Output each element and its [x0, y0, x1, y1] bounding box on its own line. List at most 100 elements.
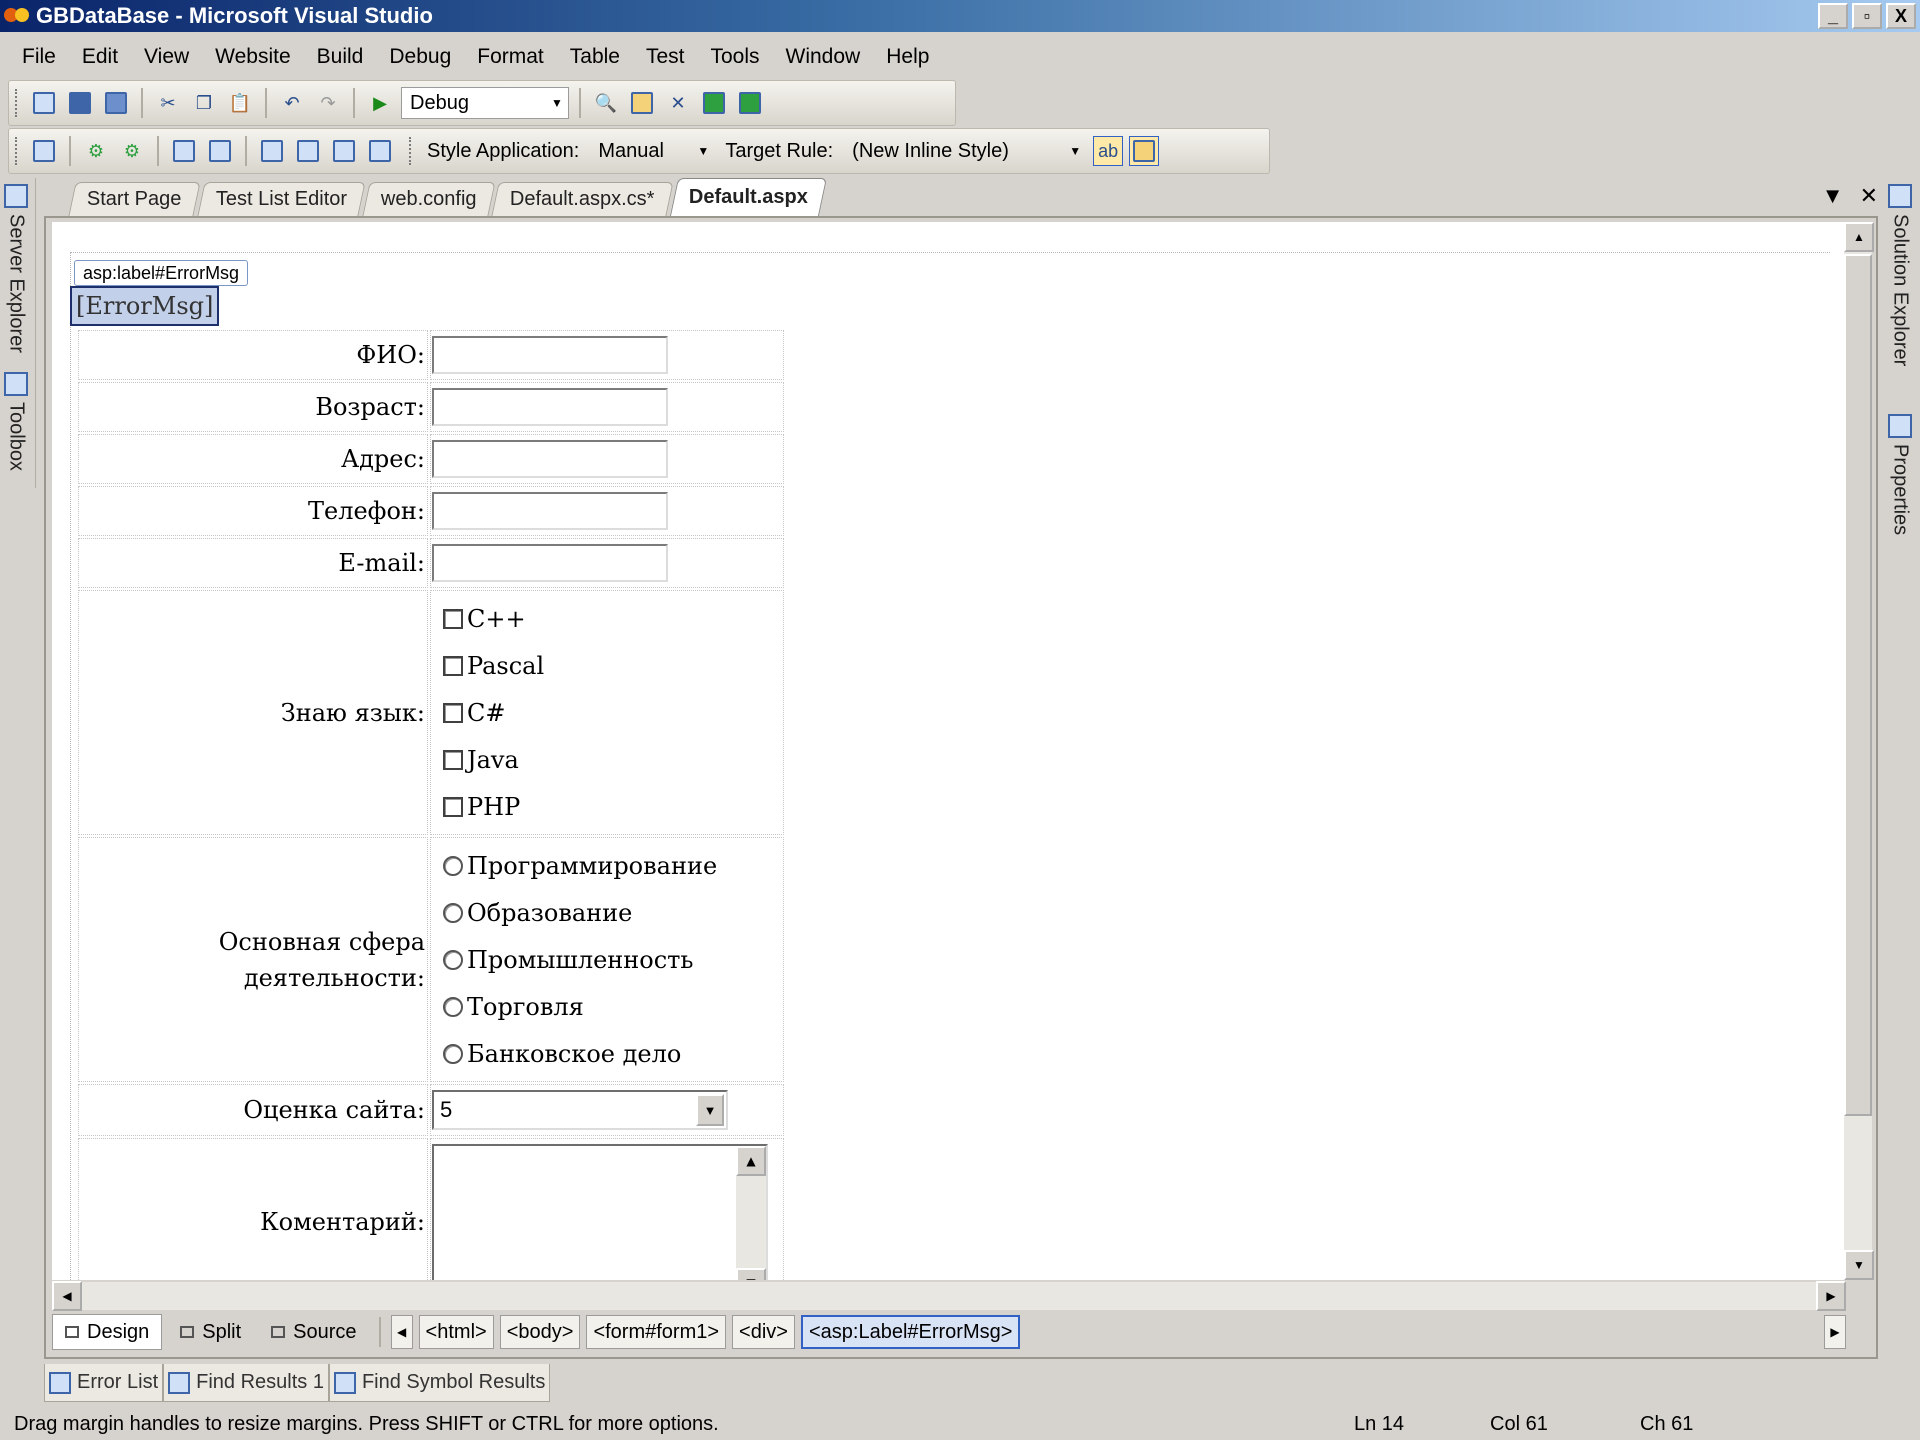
css-properties-icon[interactable] [257, 136, 287, 166]
crumb-scroll-left-icon[interactable]: ◀ [390, 1315, 413, 1349]
design-view-button[interactable]: Design [52, 1314, 163, 1350]
comment-textarea[interactable]: ▲ ▼ [432, 1144, 768, 1280]
chevron-down-icon[interactable]: ▼ [696, 1094, 724, 1126]
checkbox[interactable] [443, 702, 463, 723]
menu-help[interactable]: Help [874, 45, 943, 69]
email-input[interactable] [432, 544, 668, 582]
design-surface[interactable]: asp:label#ErrorMsg [ErrorMsg] ФИО: Возра… [52, 222, 1846, 1280]
menu-edit[interactable]: Edit [70, 45, 132, 69]
checkbox-java[interactable]: Java [431, 736, 783, 783]
tab-web-config[interactable]: web.config [362, 182, 495, 216]
style-application-combo[interactable]: Manual ▼ [589, 135, 715, 167]
toolbar-grip[interactable] [15, 137, 19, 165]
target-rule-combo[interactable]: (New Inline Style) ▼ [843, 135, 1087, 167]
phone-input[interactable] [432, 492, 668, 530]
radio-button[interactable] [443, 902, 463, 923]
designer-horizontal-scrollbar[interactable]: ◀ ▶ [52, 1281, 1846, 1311]
save-all-icon[interactable] [101, 88, 131, 118]
radio-button[interactable] [443, 949, 463, 970]
copy-icon[interactable]: ❐ [189, 88, 219, 118]
radio-industry[interactable]: Промышленность [431, 936, 783, 983]
checkbox-pascal[interactable]: Pascal [431, 642, 783, 689]
toolbox-tab[interactable]: Toolbox [4, 372, 28, 471]
toolbar-grip[interactable] [409, 137, 413, 165]
split-view-button[interactable]: Split [168, 1314, 253, 1350]
breadcrumb-body[interactable]: <body> [499, 1315, 581, 1349]
tab-error-list[interactable]: Error List [44, 1364, 164, 1402]
menu-window[interactable]: Window [774, 45, 875, 69]
checkbox-cpp[interactable]: C++ [431, 595, 783, 642]
tab-start-page[interactable]: Start Page [68, 182, 201, 216]
crumb-scroll-right-icon[interactable]: ▶ [1824, 1315, 1846, 1349]
navigate-icon[interactable] [699, 88, 729, 118]
properties-window-icon[interactable] [627, 88, 657, 118]
fio-input[interactable] [432, 336, 668, 374]
radio-button[interactable] [443, 996, 463, 1017]
scroll-right-icon[interactable]: ▶ [1816, 1281, 1846, 1311]
toolbar-grip[interactable] [15, 89, 19, 117]
tab-default-aspx[interactable]: Default.aspx [669, 178, 827, 216]
textarea-scrollbar[interactable]: ▲ ▼ [736, 1146, 766, 1280]
apply-styles-icon[interactable] [293, 136, 323, 166]
manage-list-icon[interactable] [329, 136, 359, 166]
checkbox-php[interactable]: PHP [431, 783, 783, 830]
tools-icon[interactable]: ✕ [663, 88, 693, 118]
breadcrumb-label[interactable]: <asp:Label#ErrorMsg> [800, 1315, 1021, 1349]
breadcrumb-form[interactable]: <form#form1> [586, 1315, 727, 1349]
tab-find-results[interactable]: Find Results 1 [163, 1364, 329, 1402]
save-icon[interactable] [65, 88, 95, 118]
checkbox[interactable] [443, 608, 463, 629]
server-explorer-tab[interactable]: Server Explorer [4, 184, 28, 353]
menu-debug[interactable]: Debug [377, 45, 465, 69]
age-input[interactable] [432, 388, 668, 426]
tab-find-symbol-results[interactable]: Find Symbol Results [328, 1364, 551, 1402]
step-into-icon[interactable] [735, 88, 765, 118]
radio-banking[interactable]: Банковское дело [431, 1030, 783, 1077]
start-debugging-icon[interactable]: ▶ [365, 88, 395, 118]
menu-view[interactable]: View [132, 45, 203, 69]
checkbox[interactable] [443, 749, 463, 770]
restore-button[interactable]: ▫ [1852, 3, 1882, 29]
rating-dropdown[interactable]: 5 ▼ [432, 1090, 728, 1130]
checkbox[interactable] [443, 796, 463, 817]
source-view-button[interactable]: Source [259, 1314, 368, 1350]
active-files-dropdown-icon[interactable]: ▼ [1822, 183, 1844, 209]
radio-trade[interactable]: Торговля [431, 983, 783, 1030]
radio-education[interactable]: Образование [431, 889, 783, 936]
scroll-up-icon[interactable]: ▲ [1844, 222, 1874, 252]
scroll-thumb[interactable] [1844, 254, 1872, 1116]
minimize-button[interactable]: _ [1818, 3, 1848, 29]
manage-styles-icon[interactable]: ⚙ [117, 136, 147, 166]
radio-programming[interactable]: Программирование [431, 842, 783, 889]
close-button[interactable]: X [1886, 3, 1916, 29]
menu-test[interactable]: Test [634, 45, 699, 69]
format-icon[interactable] [365, 136, 395, 166]
cut-icon[interactable]: ✂ [153, 88, 183, 118]
scroll-down-icon[interactable]: ▼ [1844, 1250, 1874, 1280]
radio-button[interactable] [443, 855, 463, 876]
menu-file[interactable]: File [10, 45, 70, 69]
scroll-down-icon[interactable]: ▼ [736, 1268, 766, 1280]
undo-icon[interactable]: ↶ [277, 88, 307, 118]
address-input[interactable] [432, 440, 668, 478]
bring-forward-icon[interactable] [169, 136, 199, 166]
redo-icon[interactable]: ↷ [313, 88, 343, 118]
attach-stylesheet-icon[interactable]: ⚙ [81, 136, 111, 166]
solution-configuration-combo[interactable]: Debug ▼ [401, 87, 569, 119]
breadcrumb-div[interactable]: <div> [732, 1315, 795, 1349]
new-project-icon[interactable] [29, 88, 59, 118]
show-overlay-icon[interactable] [1129, 136, 1160, 166]
menu-format[interactable]: Format [465, 45, 558, 69]
menu-tools[interactable]: Tools [698, 45, 773, 69]
paste-icon[interactable]: 📋 [225, 88, 255, 118]
checkbox-csharp[interactable]: C# [431, 689, 783, 736]
error-message-label[interactable]: [ErrorMsg] [70, 286, 220, 326]
properties-tab[interactable]: Properties [1888, 414, 1912, 535]
new-style-icon[interactable] [29, 136, 59, 166]
highlight-style-icon[interactable]: ab [1093, 136, 1124, 166]
checkbox[interactable] [443, 655, 463, 676]
breadcrumb-html[interactable]: <html> [418, 1315, 494, 1349]
solution-explorer-tab[interactable]: Solution Explorer [1888, 184, 1912, 366]
menu-build[interactable]: Build [305, 45, 378, 69]
designer-vertical-scrollbar[interactable]: ▲ ▼ [1844, 222, 1874, 1280]
